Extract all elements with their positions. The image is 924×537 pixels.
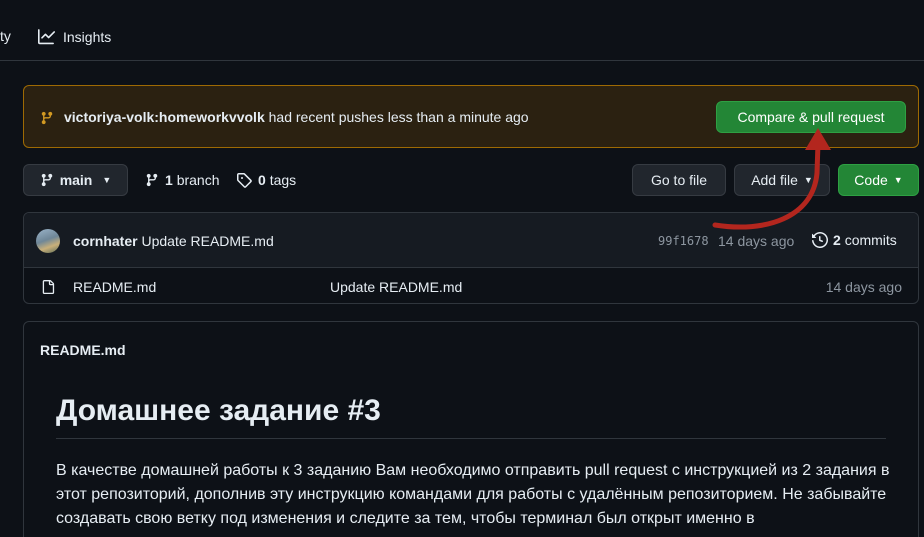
chevron-down-icon: ▼ [893,175,903,185]
tab-insights[interactable]: Insights [38,28,111,45]
code-label: Code [854,172,888,188]
latest-commit-message: cornhater Update README.md [73,233,274,249]
branch-count-label: branch [176,172,220,188]
tab-insights-label: Insights [63,28,112,45]
add-file-label: Add file [751,172,798,188]
repo-nav: ty Insights [0,0,924,61]
compare-pull-request-button[interactable]: Compare & pull request [716,101,906,133]
readme-heading: Домашнее задание #3 [56,394,886,439]
recent-push-message: had recent pushes less than a minute ago [264,109,529,125]
readme-file-title[interactable]: README.md [40,342,126,358]
branch-count-link[interactable]: 1 branch [145,172,220,188]
branch-icon [146,173,158,187]
graph-icon [38,29,55,45]
branch-count: 1 [165,172,173,188]
file-list: cornhater Update README.md 99f1678 14 da… [23,212,919,304]
table-row[interactable]: README.md Update README.md 14 days ago [24,269,918,303]
branch-icon [41,111,53,125]
chevron-down-icon: ▼ [803,175,813,185]
code-button[interactable]: Code ▼ [838,164,919,196]
tag-count: 0 [258,172,266,188]
commit-count-label: commits [844,232,897,248]
tag-icon [237,173,252,188]
pushed-branch-name[interactable]: victoriya-volk:homeworkvvolk [64,109,265,125]
readme-panel: README.md Домашнее задание #3 В качестве… [23,321,919,537]
file-age: 14 days ago [825,279,902,295]
file-name[interactable]: README.md [73,279,156,295]
branch-icon [41,173,52,187]
recent-push-text: victoriya-volk:homeworkvvolk had recent … [64,109,529,125]
commit-sha[interactable]: 99f1678 [658,234,709,248]
add-file-button[interactable]: Add file ▼ [734,164,830,196]
commit-title[interactable]: Update README.md [141,233,273,249]
tab-activity-label: ty [0,28,11,44]
branch-selector-button[interactable]: main ▼ [23,164,128,196]
tag-count-link[interactable]: 0 tags [236,172,296,188]
commit-history-link[interactable]: 2 commits [812,232,897,248]
readme-paragraph: В качестве домашней работы к 3 заданию В… [56,462,890,527]
tag-count-label: tags [269,172,297,188]
commit-count: 2 [833,232,841,248]
chevron-down-icon: ▼ [102,175,112,185]
compare-pull-request-label: Compare & pull request [737,109,885,125]
tab-activity[interactable]: ty [0,28,11,44]
branch-name: main [59,172,93,188]
latest-commit-bar: cornhater Update README.md 99f1678 14 da… [24,213,918,268]
avatar[interactable] [36,229,60,253]
go-to-file-button[interactable]: Go to file [632,164,726,196]
commit-age: 14 days ago [718,233,795,249]
file-commit-message[interactable]: Update README.md [330,279,462,295]
history-icon [812,232,828,248]
file-icon [42,280,55,294]
commit-author[interactable]: cornhater [73,233,138,249]
go-to-file-label: Go to file [650,172,708,188]
recent-push-banner: victoriya-volk:homeworkvvolk had recent … [23,85,919,148]
